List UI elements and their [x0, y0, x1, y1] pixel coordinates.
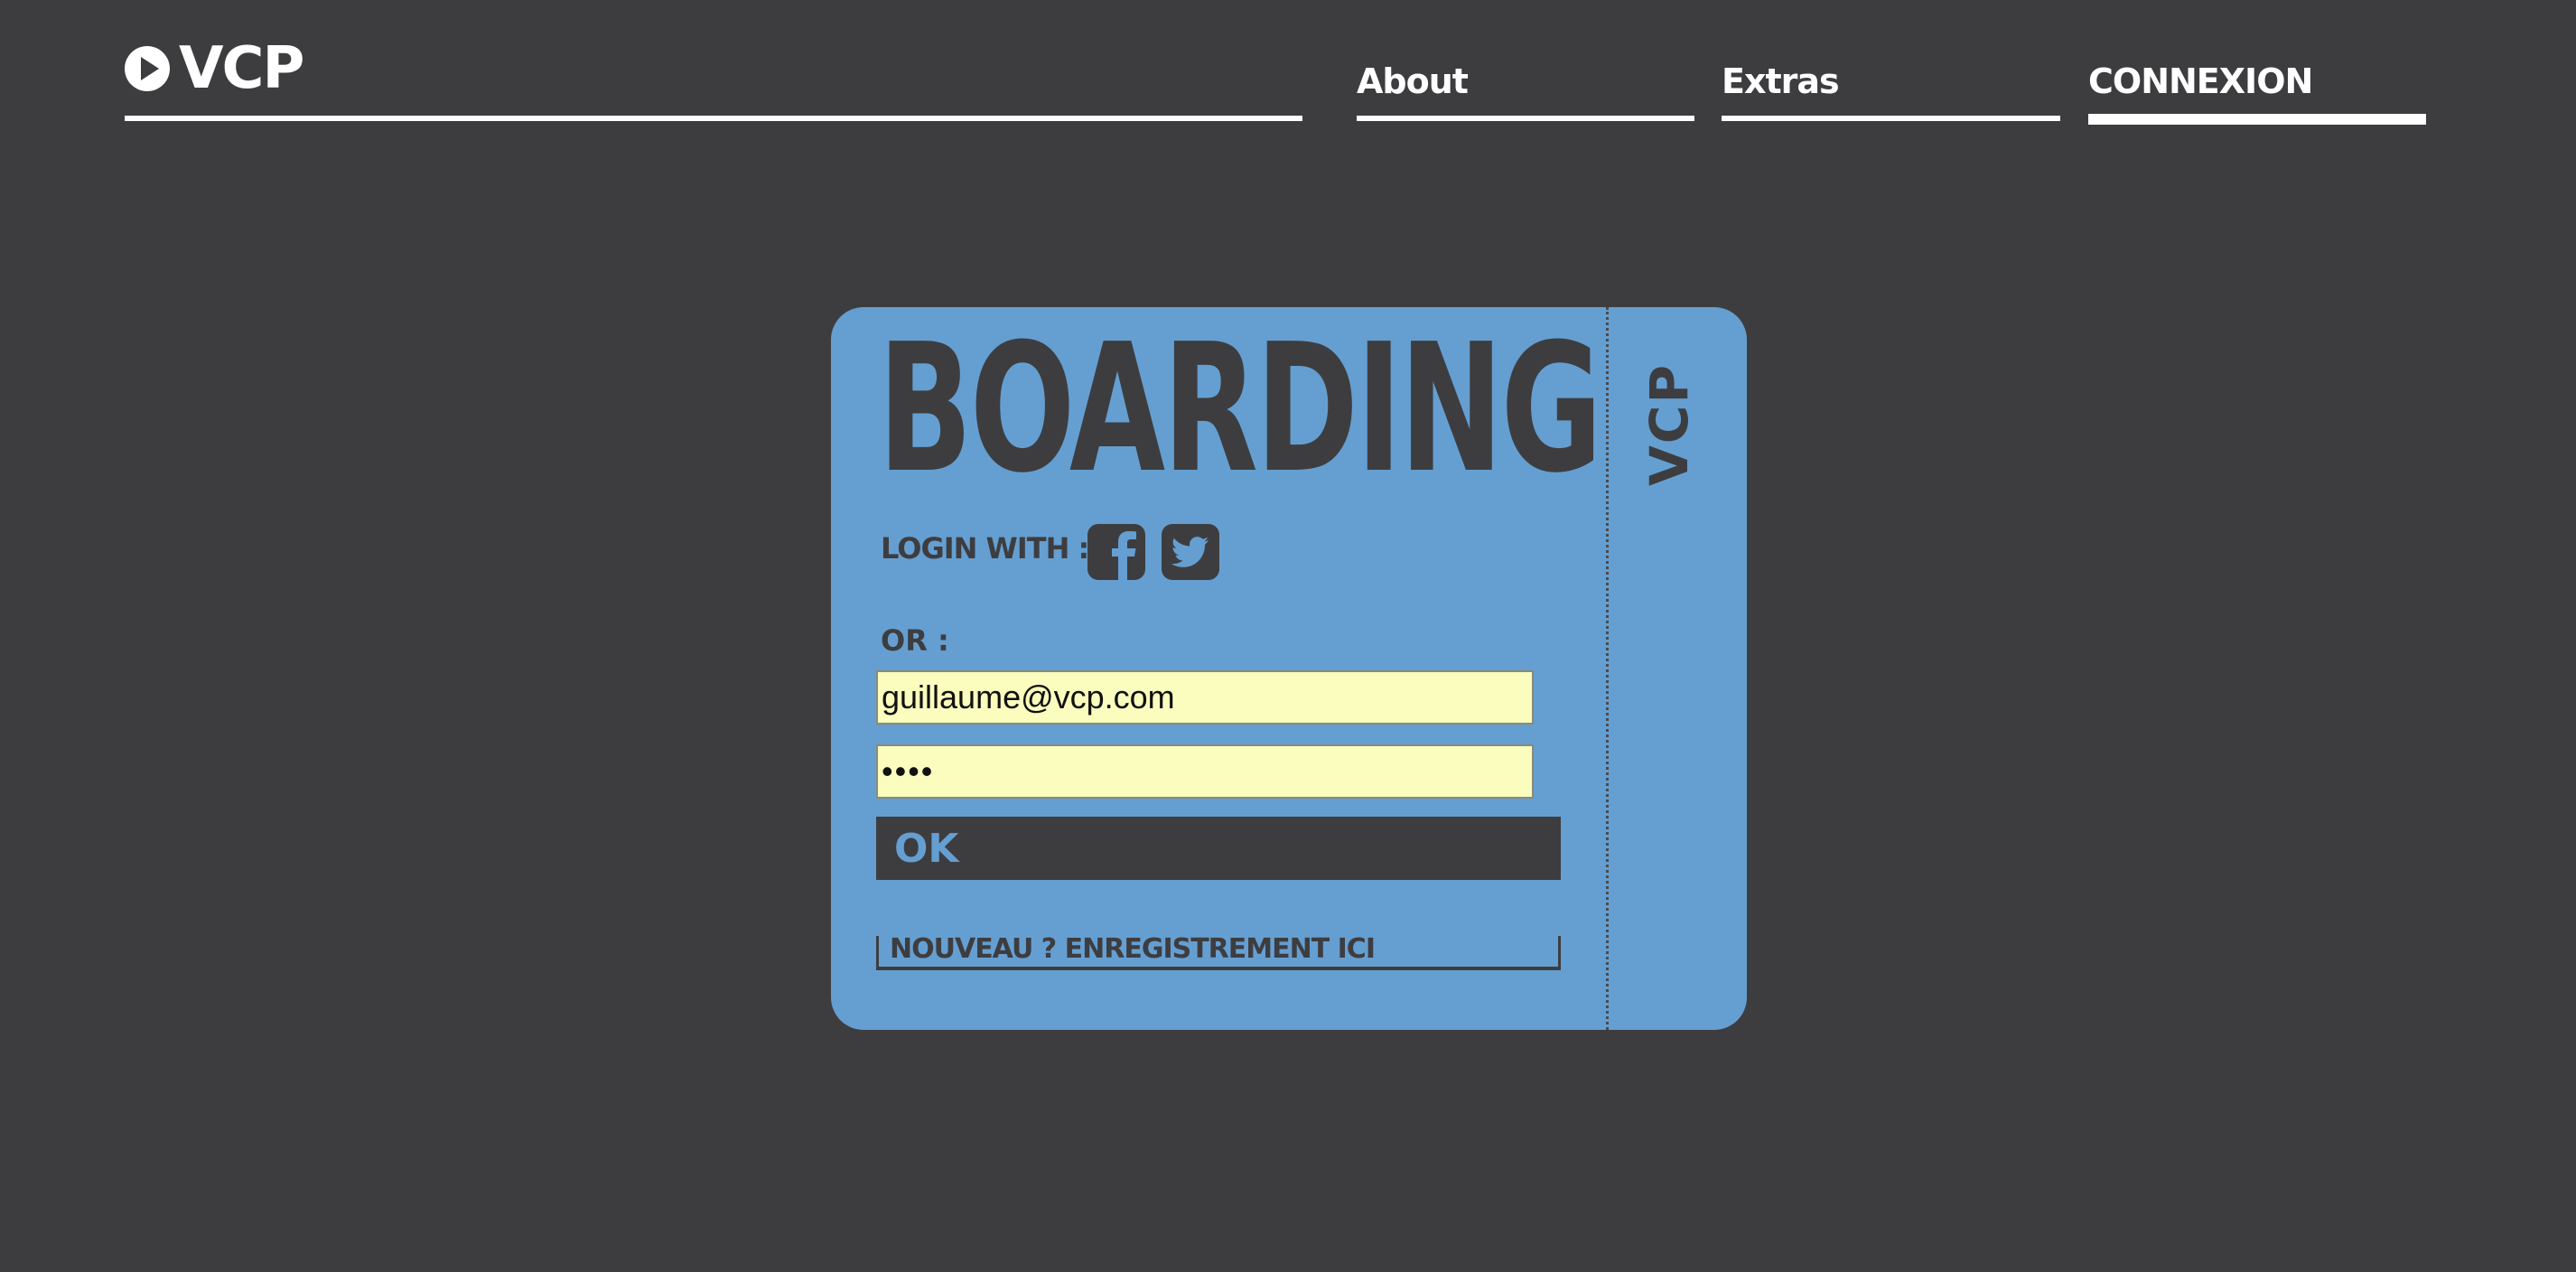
password-field[interactable] [876, 744, 1534, 799]
twitter-icon[interactable] [1162, 524, 1219, 580]
ticket-stub-label: VCP [1638, 363, 1700, 486]
ok-button[interactable]: OK [876, 817, 1561, 880]
facebook-icon[interactable] [1087, 524, 1145, 580]
play-circle-icon [125, 46, 170, 91]
email-field[interactable] [876, 670, 1534, 725]
ticket-title: BOARDING [878, 306, 1602, 512]
ticket-perforation [1606, 307, 1609, 1030]
register-link[interactable]: NOUVEAU ? ENREGISTREMENT ICI [876, 936, 1561, 970]
boarding-ticket: BOARDING VCP LOGIN WITH : OR : OK NOUVEA… [831, 307, 1747, 1030]
brand-logo[interactable]: VCP [125, 33, 1302, 121]
login-with-label: LOGIN WITH : [881, 531, 1089, 566]
nav-item-extras[interactable]: Extras [1722, 33, 2060, 121]
or-label: OR : [881, 623, 949, 658]
brand-name: VCP [179, 35, 304, 102]
nav-item-connexion[interactable]: CONNEXION [2088, 33, 2426, 125]
nav-item-about[interactable]: About [1357, 33, 1694, 121]
